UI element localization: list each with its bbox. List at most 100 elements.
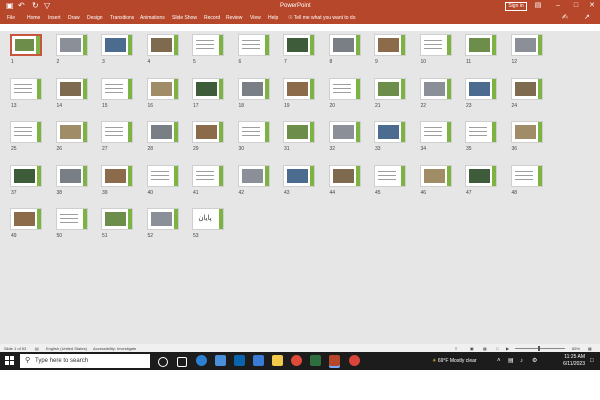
taskbar-search-box[interactable]: ⚲ Type here to search — [20, 354, 150, 368]
edge-icon[interactable] — [196, 355, 207, 366]
slide-thumbnail-42[interactable] — [237, 164, 270, 187]
slide-thumbnail-40[interactable] — [146, 164, 179, 187]
system-clock[interactable]: 11:25 AM 6/11/2023 — [545, 354, 585, 368]
tab-record[interactable]: Record — [204, 14, 220, 22]
slide-thumbnail-32[interactable] — [328, 121, 361, 143]
slide-thumbnail-12[interactable] — [510, 34, 543, 56]
slide-thumbnail-45[interactable] — [374, 164, 406, 187]
slide-thumbnail-33[interactable] — [374, 121, 406, 143]
language-icon[interactable]: ⚙ — [532, 356, 537, 366]
app-icon[interactable] — [310, 355, 321, 366]
maximize-icon[interactable]: □ — [570, 0, 582, 12]
comments-icon[interactable]: ✍ — [562, 13, 568, 23]
redo-icon[interactable]: ↻ — [32, 1, 39, 11]
slide-thumbnail-26[interactable] — [55, 121, 88, 143]
windows-start-icon[interactable] — [5, 356, 15, 366]
slide-thumbnail-16[interactable] — [146, 77, 179, 100]
slide-thumbnail-2[interactable] — [55, 34, 88, 56]
slide-thumbnail-10[interactable] — [419, 34, 452, 56]
chrome-icon[interactable] — [291, 355, 302, 366]
zoom-slider[interactable] — [515, 348, 565, 349]
slide-thumbnail-36[interactable] — [510, 121, 543, 143]
slide-thumbnail-14[interactable] — [55, 77, 88, 100]
slide-thumbnail-30[interactable] — [237, 121, 270, 143]
slide-thumbnail-37[interactable] — [10, 164, 42, 187]
slide-thumbnail-38[interactable] — [55, 164, 88, 187]
slide-thumbnail-19[interactable] — [283, 77, 315, 100]
slide-thumbnail-23[interactable] — [465, 77, 497, 100]
slide-thumbnail-13[interactable] — [10, 77, 42, 100]
save-icon[interactable]: ▣ — [6, 1, 14, 11]
close-icon[interactable]: ✕ — [586, 0, 598, 12]
slide-thumbnail-43[interactable] — [283, 164, 315, 187]
undo-icon[interactable]: ↶ — [18, 1, 25, 11]
tab-insert[interactable]: Insert — [48, 14, 61, 22]
slide-thumbnail-25[interactable] — [10, 121, 42, 143]
slide-thumbnail-21[interactable] — [374, 77, 406, 100]
slide-image — [469, 168, 490, 183]
tab-design[interactable]: Design — [87, 14, 103, 22]
ribbon-display-icon[interactable]: ▤ — [532, 0, 544, 12]
opera-icon[interactable] — [349, 355, 360, 366]
show-hidden-icons-icon[interactable]: ˄ — [497, 356, 501, 366]
sign-in-button[interactable]: Sign in — [505, 2, 527, 11]
slide-thumbnail-7[interactable] — [283, 34, 315, 56]
weather-widget[interactable]: ☀ 69°F Mostly clear — [432, 356, 477, 366]
slide-thumbnail-51[interactable] — [101, 208, 133, 230]
cortana-icon[interactable] — [158, 357, 168, 367]
slide-thumbnail-50[interactable] — [55, 208, 88, 230]
slide-thumbnail-31[interactable] — [283, 121, 315, 143]
minimize-icon[interactable]: – — [552, 0, 564, 12]
slide-thumbnail-35[interactable] — [465, 121, 497, 143]
slide-thumbnail-4[interactable] — [146, 34, 179, 56]
slide-thumbnail-22[interactable] — [419, 77, 452, 100]
slide-thumbnail-5[interactable] — [192, 34, 224, 56]
slide-thumbnail-48[interactable] — [510, 164, 543, 187]
file-explorer-icon[interactable] — [272, 355, 283, 366]
tab-help[interactable]: Help — [268, 14, 278, 22]
tab-file[interactable]: File — [7, 14, 15, 22]
notifications-icon[interactable]: □ — [590, 356, 594, 366]
slide-thumbnail-34[interactable] — [419, 121, 452, 143]
tab-slide-show[interactable]: Slide Show — [172, 14, 197, 22]
slide-thumbnail-41[interactable] — [192, 164, 224, 187]
slide-thumbnail-17[interactable] — [192, 77, 224, 100]
network-icon[interactable]: ▤ — [508, 356, 514, 366]
volume-icon[interactable]: ♪ — [520, 356, 523, 366]
slide-thumbnail-29[interactable] — [192, 121, 224, 143]
mail-icon[interactable] — [234, 355, 245, 366]
slide-thumbnail-52[interactable] — [146, 208, 179, 230]
slide-thumbnail-53[interactable]: پایان — [192, 208, 224, 230]
slide-thumbnail-46[interactable] — [419, 164, 452, 187]
slide-thumbnail-28[interactable] — [146, 121, 179, 143]
tab-review[interactable]: Review — [226, 14, 242, 22]
slide-thumbnail-3[interactable] — [101, 34, 133, 56]
share-icon[interactable]: ↗ — [584, 13, 590, 23]
tab-home[interactable]: Home — [27, 14, 40, 22]
slide-thumbnail-39[interactable] — [101, 164, 133, 187]
slide-thumbnail-9[interactable] — [374, 34, 406, 56]
task-view-icon[interactable] — [177, 357, 187, 367]
zoom-slider-thumb[interactable] — [538, 346, 540, 351]
slide-thumbnail-6[interactable] — [237, 34, 270, 56]
slide-thumbnail-47[interactable] — [465, 164, 497, 187]
tab-transitions[interactable]: Transitions — [110, 14, 134, 22]
tell-me-search[interactable]: ☉ Tell me what you want to do — [288, 14, 356, 22]
slide-thumbnail-44[interactable] — [328, 164, 361, 187]
photos-icon[interactable] — [253, 355, 264, 366]
powerpoint-icon[interactable] — [329, 355, 340, 366]
microsoft-store-icon[interactable] — [215, 355, 226, 366]
tab-view[interactable]: View — [250, 14, 261, 22]
customize-icon[interactable]: ▽ — [44, 1, 50, 11]
slide-thumbnail-20[interactable] — [328, 77, 361, 100]
slide-thumbnail-24[interactable] — [510, 77, 543, 100]
slide-thumbnail-1[interactable] — [10, 34, 42, 56]
slide-thumbnail-15[interactable] — [101, 77, 133, 100]
tab-draw[interactable]: Draw — [68, 14, 80, 22]
slide-thumbnail-18[interactable] — [237, 77, 270, 100]
slide-thumbnail-11[interactable] — [465, 34, 497, 56]
tab-animations[interactable]: Animations — [140, 14, 165, 22]
slide-thumbnail-8[interactable] — [328, 34, 361, 56]
slide-thumbnail-27[interactable] — [101, 121, 133, 143]
slide-thumbnail-49[interactable] — [10, 208, 42, 230]
